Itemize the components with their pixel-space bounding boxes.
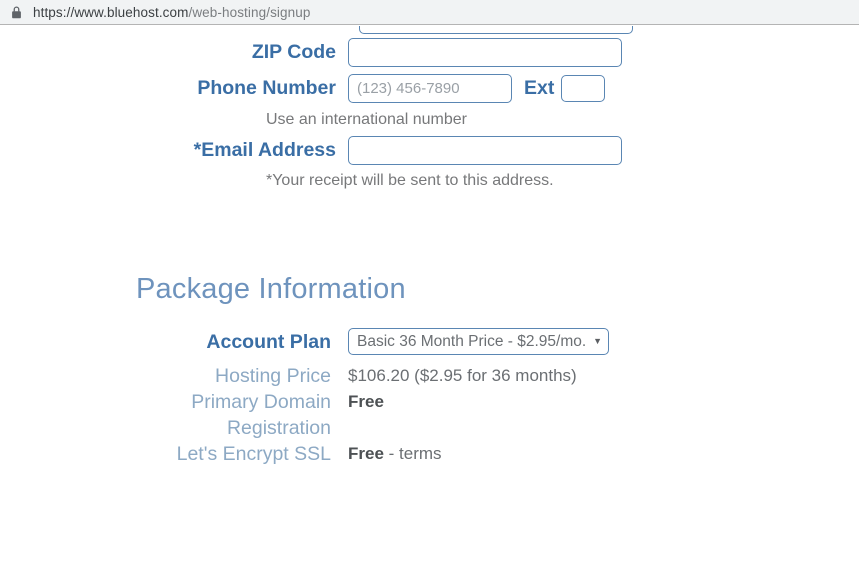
phone-number-label: Phone Number [197,77,336,99]
hosting-price-value: $106.20 ($2.95 for 36 months) [348,366,577,385]
url-text: https://www.bluehost.com/web-hosting/sig… [33,5,310,20]
zip-code-label: ZIP Code [251,41,336,63]
phone-number-input[interactable] [348,74,512,103]
chevron-down-icon: ▼ [593,336,603,346]
phone-number-row: Phone Number Ext [0,74,680,103]
primary-domain-label-line1: Primary Domain [191,391,331,413]
receipt-hint: *Your receipt will be sent to this addre… [266,172,554,189]
ext-input[interactable] [561,75,606,102]
account-plan-label: Account Plan [206,330,331,353]
zip-code-input[interactable] [348,38,622,67]
ext-label: Ext [524,77,555,99]
primary-domain-registration-value: Free [348,392,384,411]
url-path: /web-hosting/signup [188,4,311,20]
hosting-price-label: Hosting Price [215,365,331,387]
lets-encrypt-ssl-row: Let's Encrypt SSL Free - terms [0,441,442,467]
ssl-separator: - [383,444,400,463]
primary-domain-registration-row: Primary Domain Registration Free [0,389,384,441]
clipped-field-above-zip[interactable] [359,26,633,34]
page-viewport: ZIP Code Phone Number Ext Use an interna… [0,26,859,563]
account-plan-selected-value: Basic 36 Month Price - $2.95/mo. [357,332,587,350]
lets-encrypt-ssl-value: Free - terms [348,441,442,467]
hosting-price-row: Hosting Price $106.20 ($2.95 for 36 mont… [0,363,577,389]
zip-code-row: ZIP Code [0,38,680,67]
lets-encrypt-ssl-label: Let's Encrypt SSL [176,443,331,465]
browser-url-bar[interactable]: https://www.bluehost.com/web-hosting/sig… [0,0,859,25]
email-address-row: *Email Address [0,136,680,165]
ssl-terms-link[interactable]: terms [399,444,442,463]
email-address-input[interactable] [348,136,622,165]
email-address-label: *Email Address [193,139,336,161]
account-plan-select[interactable]: Basic 36 Month Price - $2.95/mo. ▼ [348,328,610,355]
international-number-hint: Use an international number [266,111,468,128]
url-domain: https://www.bluehost.com [33,4,189,20]
package-information-heading: Package Information [136,273,406,305]
primary-domain-label-line2: Registration [226,417,331,439]
ssl-free-text: Free [348,444,384,463]
primary-domain-registration-label: Primary Domain Registration [0,389,348,441]
lock-icon [12,6,21,18]
account-plan-row: Account Plan Basic 36 Month Price - $2.9… [0,328,610,355]
